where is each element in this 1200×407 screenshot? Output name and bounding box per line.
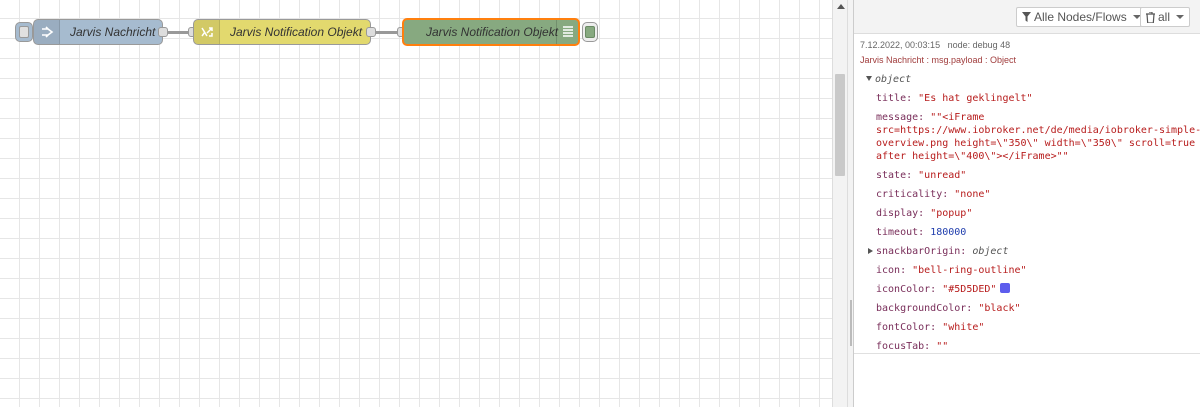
prop-fontcolor: fontColor: "white" [876,321,984,334]
prop-key: timeout: [876,227,925,238]
inject-node[interactable]: Jarvis Nachricht [33,19,163,45]
scroll-up-icon[interactable] [837,4,845,9]
prop-display: display: "popup" [876,207,972,220]
message-node: node: debug 48 [947,40,1011,50]
trash-icon [1146,11,1155,23]
prop-value-cont: after height=\"400\"></iFrame>"" [876,151,1069,162]
prop-value: "bell-ring-outline" [912,265,1027,276]
node-label: Jarvis Notification Objekt [426,25,559,39]
message-header: 7.12.2022, 00:03:15 node: debug 48 [860,40,1010,50]
debug-message: 7.12.2022, 00:03:15 node: debug 48 Jarvi… [854,34,1200,354]
clear-messages-button[interactable]: all [1140,7,1191,27]
prop-focustab: focusTab: "" [876,340,948,353]
prop-message: message: ""<iFrame [876,111,984,124]
prop-value: "#5D5DED" [942,284,997,295]
inject-output-port[interactable] [158,27,168,37]
color-swatch [1000,283,1011,293]
prop-value: "Es hat geklingelt" [918,93,1033,104]
canvas-vertical-scrollbar[interactable] [832,0,847,407]
prop-key: snackbarOrigin: [876,246,967,257]
prop-key: iconColor: [876,284,937,295]
clear-label: all [1158,10,1171,24]
prop-key: criticality: [876,189,949,200]
filter-icon [1022,12,1031,22]
prop-value: "none" [954,189,991,200]
prop-icon: icon: "bell-ring-outline" [876,264,1027,277]
prop-value: "popup" [930,208,973,219]
debug-node[interactable]: Jarvis Notification Objekt [402,18,580,46]
expand-right-icon [868,248,873,254]
debug-toggle-button[interactable] [582,22,598,42]
prop-timeout: timeout: 180000 [876,226,966,239]
debug-sidebar: Alle Nodes/Flows all 7.12.2022, 00:03:15… [854,0,1200,407]
prop-key: icon: [876,265,907,276]
prop-value: 180000 [930,227,967,238]
node-label: Jarvis Nachricht [70,25,156,39]
filter-nodes-label: Alle Nodes/Flows [1034,10,1127,24]
filter-nodes-dropdown[interactable]: Alle Nodes/Flows [1016,7,1147,27]
message-timestamp: 7.12.2022, 00:03:15 [860,40,941,50]
prop-key: focusTab: [876,341,931,352]
change-shuffle-icon [194,20,220,44]
node-red-editor: Jarvis Nachricht Jarvis Notification Obj… [0,0,1200,407]
prop-title: title: "Es hat geklingelt" [876,92,1033,105]
prop-value-cont: src=https://www.iobroker.net/de/media/io… [876,125,1200,136]
prop-key: backgroundColor: [876,303,973,314]
prop-key: state: [876,170,913,181]
change-node[interactable]: Jarvis Notification Objekt [193,19,371,45]
splitter-grip-icon[interactable] [850,300,852,346]
prop-snackbarorigin[interactable]: snackbarOrigin: object [868,245,1008,258]
object-root-toggle[interactable]: object [866,73,911,86]
prop-criticality: criticality: "none" [876,188,990,201]
root-type: object [875,74,912,85]
prop-value: "" [936,341,949,352]
prop-key: display: [876,208,925,219]
chevron-down-icon [1176,15,1185,19]
prop-value: "unread" [918,170,967,181]
prop-value: ""<iFrame [930,112,985,123]
inject-arrow-icon [34,20,60,44]
message-path[interactable]: Jarvis Nachricht : msg.payload : Object [860,55,1016,65]
inject-trigger-button[interactable] [15,22,33,42]
scrollbar-thumb[interactable] [835,74,845,176]
prop-key: message: [876,112,925,123]
prop-value: "black" [978,303,1021,314]
expand-down-icon [866,76,872,81]
debug-list-icon [556,20,578,44]
debug-toolbar: Alle Nodes/Flows all [854,0,1200,34]
prop-iconcolor: iconColor: "#5D5DED" [876,283,1011,296]
prop-key: fontColor: [876,322,937,333]
prop-backgroundcolor: backgroundColor: "black" [876,302,1021,315]
prop-value: object [972,246,1009,257]
prop-value-cont: overview.png height=\"350\" width=\"350\… [876,138,1196,149]
flow-workspace[interactable]: Jarvis Nachricht Jarvis Notification Obj… [0,0,832,407]
prop-state: state: "unread" [876,169,966,182]
sidebar-splitter[interactable] [847,0,854,407]
node-label: Jarvis Notification Objekt [230,25,363,39]
prop-key: title: [876,93,913,104]
prop-value: "white" [942,322,985,333]
change-output-port[interactable] [366,27,376,37]
